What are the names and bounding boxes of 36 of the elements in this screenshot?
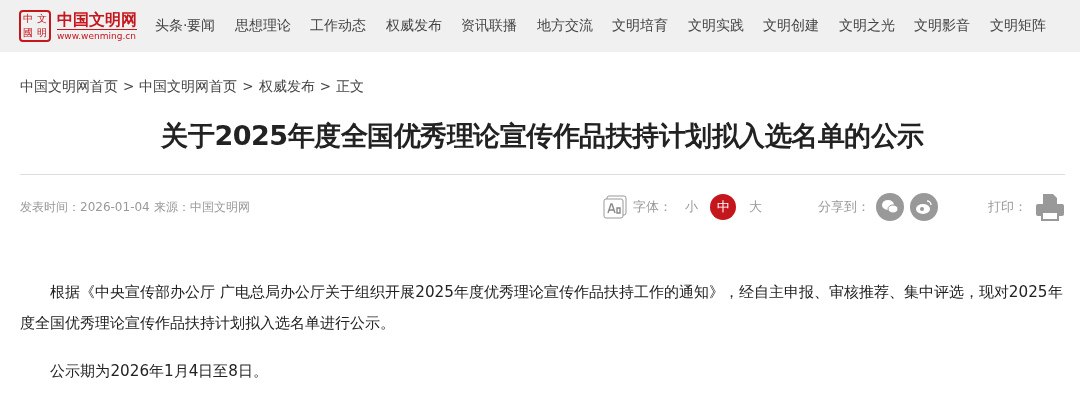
- article-paragraph: 根据《中央宣传部办公厅 广电总局办公厅关于组织开展2025年度优秀理论宣传作品扶持工作的通知》，经自主申报、审核推荐、集中评选，现对2025年度全国优秀理论宣传作品扶持计划拟入选名单进行公示。: [20, 282, 1064, 334]
- nav-link[interactable]: 文明实践: [687, 17, 744, 35]
- weibo-share-button[interactable]: [910, 193, 938, 221]
- nav-link[interactable]: 工作动态: [310, 17, 367, 35]
- font-size-icon: [603, 195, 627, 219]
- logo-name[interactable]: 中国文明网: [57, 10, 137, 30]
- nav-link[interactable]: 权威发布: [385, 17, 442, 35]
- share-label: 分享到：: [818, 198, 870, 216]
- nav-link[interactable]: 地方交流: [536, 17, 593, 35]
- nav-link[interactable]: 思想理论: [234, 17, 291, 35]
- logo-seal: 中 文 國 明: [19, 10, 51, 42]
- print-label: 打印：: [988, 198, 1027, 216]
- nav-link[interactable]: 文明培育: [612, 17, 669, 35]
- font-size-label: 字体：: [633, 198, 672, 216]
- nav-link[interactable]: 资讯联播: [461, 17, 518, 35]
- chat-share-button[interactable]: [876, 193, 904, 221]
- article-title: 关于2025年度全国优秀理论宣传作品扶持计划拟入选名单的公示: [20, 118, 1065, 175]
- breadcrumb-link[interactable]: 正文: [335, 78, 364, 96]
- breadcrumb-separator: >: [242, 78, 254, 96]
- nav-link[interactable]: 文明矩阵: [989, 17, 1046, 35]
- breadcrumb-link[interactable]: 中国文明网首页: [20, 78, 118, 96]
- breadcrumb-separator: >: [123, 78, 135, 96]
- chat-bubbles-icon: [881, 199, 899, 215]
- nav-link[interactable]: 文明影音: [914, 17, 971, 35]
- nav-link[interactable]: 头条·要闻: [155, 17, 216, 35]
- printer-icon[interactable]: [1035, 193, 1065, 221]
- breadcrumb-link[interactable]: 中国文明网首页: [139, 78, 238, 96]
- nav-link[interactable]: 文明之光: [838, 17, 895, 35]
- breadcrumb-link[interactable]: 权威发布: [258, 78, 315, 96]
- eye-signal-icon: [915, 199, 933, 215]
- font-size-option[interactable]: 中: [710, 194, 736, 220]
- breadcrumb-separator: >: [319, 78, 331, 96]
- logo-url: www.wenming.cn: [57, 29, 137, 42]
- publish-info: 发表时间：2026-01-04 来源：中国文明网: [20, 198, 251, 216]
- nav-link[interactable]: 文明创建: [763, 17, 820, 35]
- article-paragraph: 公示期为2026年1月4日至8日。: [49, 361, 270, 382]
